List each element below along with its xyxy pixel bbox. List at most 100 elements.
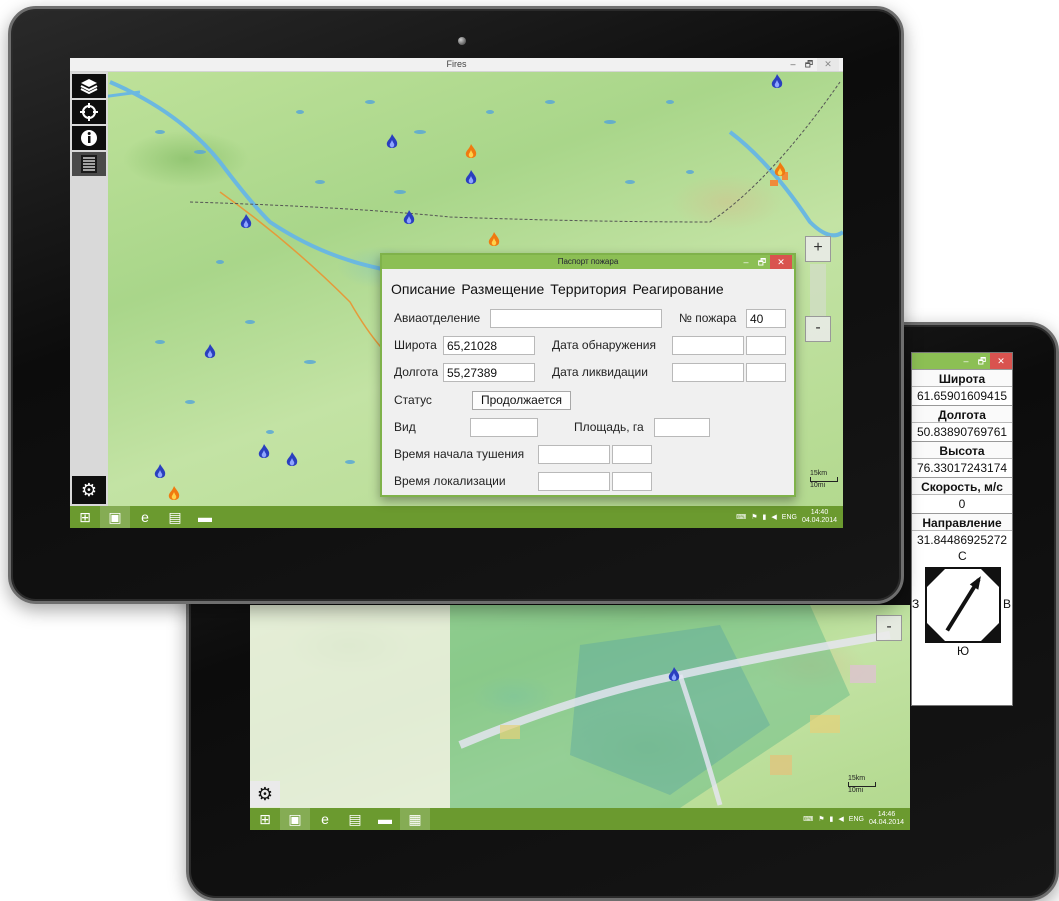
scale-mi: 10mi xyxy=(810,482,826,489)
back-settings-button[interactable]: ⚙ xyxy=(250,781,280,807)
tab-placement[interactable]: Размещение xyxy=(461,281,544,307)
taskbar-app-fires[interactable]: ▦ xyxy=(400,808,430,830)
fire-marker-blue[interactable] xyxy=(403,210,415,226)
alt-value: 76.33017243174 xyxy=(916,461,1008,475)
start-time-date-field[interactable] xyxy=(538,445,610,464)
fire-marker-orange[interactable] xyxy=(465,144,477,160)
volume-icon[interactable]: ◀ xyxy=(838,815,843,823)
tab-territory[interactable]: Территория xyxy=(550,281,626,307)
area-field[interactable] xyxy=(654,418,710,437)
localization-date-field[interactable] xyxy=(538,472,610,491)
keyboard-icon[interactable]: ⌨ xyxy=(803,815,813,823)
fire-marker-blue[interactable] xyxy=(668,667,680,683)
restore-button[interactable]: 🗗 xyxy=(801,58,817,71)
zoom-slider-track[interactable] xyxy=(810,264,826,316)
tab-description[interactable]: Описание xyxy=(391,281,455,307)
battery-icon[interactable]: ▮ xyxy=(830,815,834,823)
fire-marker-orange[interactable] xyxy=(774,162,786,178)
minimize-button[interactable]: – xyxy=(958,353,974,369)
fire-marker-blue[interactable] xyxy=(286,452,298,468)
fire-marker-orange[interactable] xyxy=(168,486,180,502)
detection-date-field[interactable] xyxy=(672,336,744,355)
back-clock[interactable]: 14:46 04.04.2014 xyxy=(869,811,904,827)
localization-time-field[interactable] xyxy=(612,472,652,491)
info-icon xyxy=(81,130,97,146)
fire-marker-blue[interactable] xyxy=(204,344,216,360)
restore-button[interactable]: 🗗 xyxy=(974,353,990,369)
taskbar-app-desktop[interactable]: ▣ xyxy=(280,808,310,830)
taskbar-app-explorer[interactable]: ▤ xyxy=(160,506,190,528)
fire-marker-blue[interactable] xyxy=(386,134,398,150)
dialog-minimize-button[interactable]: – xyxy=(738,255,754,269)
keyboard-icon[interactable]: ⌨ xyxy=(736,513,746,521)
fire-marker-blue[interactable] xyxy=(771,74,783,90)
zoom-out-button[interactable]: - xyxy=(805,316,831,342)
liquidation-time-field[interactable] xyxy=(746,363,786,382)
latitude-field[interactable] xyxy=(443,336,535,355)
detection-time-field[interactable] xyxy=(746,336,786,355)
aviadept-field[interactable] xyxy=(490,309,662,328)
close-button[interactable]: ✕ xyxy=(990,353,1012,369)
volume-icon[interactable]: ◀ xyxy=(771,513,776,521)
start-button[interactable]: ⊞ xyxy=(250,808,280,830)
liquidation-date-field[interactable] xyxy=(672,363,744,382)
aviadept-label: Авиаотделение xyxy=(394,311,481,325)
fire-marker-blue[interactable] xyxy=(240,214,252,230)
localization-time-label: Время локализации xyxy=(394,474,506,488)
tab-response[interactable]: Реагирование xyxy=(632,281,723,307)
start-time-time-field[interactable] xyxy=(612,445,652,464)
gear-icon: ⚙ xyxy=(256,783,274,804)
alt-label: Высота xyxy=(912,441,1012,459)
compass-south-label: Ю xyxy=(957,644,970,658)
fire-marker-blue[interactable] xyxy=(154,464,166,480)
status-select[interactable]: Продолжается xyxy=(472,391,571,410)
folder-icon: ▤ xyxy=(168,508,182,525)
window-icon: ▣ xyxy=(288,810,302,827)
layers-button[interactable] xyxy=(72,74,106,98)
dialog-restore-button[interactable]: 🗗 xyxy=(754,255,770,269)
taskbar-app-explorer[interactable]: ▤ xyxy=(340,808,370,830)
fire-marker-blue[interactable] xyxy=(258,444,270,460)
window-title: Fires xyxy=(446,59,467,69)
info-button[interactable] xyxy=(72,126,106,150)
gps-info-panel: – 🗗 ✕ Широта 61.65901609415 Долгота 50.8… xyxy=(911,352,1013,706)
start-button[interactable]: ⊞ xyxy=(70,506,100,528)
ie-icon: e xyxy=(141,509,149,525)
window-icon: ▣ xyxy=(108,508,122,525)
camera-icon xyxy=(458,37,466,45)
dialog-close-button[interactable]: ✕ xyxy=(770,255,792,269)
fire-number-label: № пожара xyxy=(679,311,737,325)
start-time-label: Время начала тушения xyxy=(394,447,525,461)
settings-button[interactable]: ⚙ xyxy=(72,476,106,504)
liquidation-date-label: Дата ликвидации xyxy=(552,365,648,379)
description-form: Авиаотделение № пожара Широта Дата обнар… xyxy=(382,307,794,497)
flag-icon[interactable]: ⚑ xyxy=(818,815,824,823)
taskbar-app-ie[interactable]: e xyxy=(310,808,340,830)
back-scale-bar: 15km 10mi xyxy=(848,775,876,794)
zoom-in-button[interactable]: + xyxy=(805,236,831,262)
list-button[interactable] xyxy=(72,152,106,176)
taskbar-app-desktop[interactable]: ▣ xyxy=(100,506,130,528)
flag-icon[interactable]: ⚑ xyxy=(751,513,757,521)
dialog-title: Паспорт пожара xyxy=(557,257,619,266)
longitude-field[interactable] xyxy=(443,363,535,382)
taskbar-app-cmd[interactable]: ▬ xyxy=(370,808,400,830)
map-toolbar: ⚙ xyxy=(70,72,108,506)
layers-icon xyxy=(80,79,98,94)
minimize-button[interactable]: – xyxy=(785,58,801,71)
taskbar-app-ie[interactable]: e xyxy=(130,506,160,528)
fire-marker-blue[interactable] xyxy=(465,170,477,186)
detection-date-label: Дата обнаружения xyxy=(552,338,656,352)
taskbar-app-cmd[interactable]: ▬ xyxy=(190,506,220,528)
kind-field[interactable] xyxy=(470,418,538,437)
fire-marker-orange[interactable] xyxy=(488,232,500,248)
language-indicator[interactable]: ENG xyxy=(849,816,864,823)
battery-icon[interactable]: ▮ xyxy=(763,513,767,521)
locate-button[interactable] xyxy=(72,100,106,124)
speed-label: Скорость, м/с xyxy=(912,477,1012,495)
clock[interactable]: 14:40 04.04.2014 xyxy=(802,509,837,525)
close-button[interactable]: ✕ xyxy=(817,58,839,71)
language-indicator[interactable]: ENG xyxy=(782,514,797,521)
fire-number-field[interactable] xyxy=(746,309,786,328)
back-zoom-out-button[interactable]: - xyxy=(876,615,902,641)
